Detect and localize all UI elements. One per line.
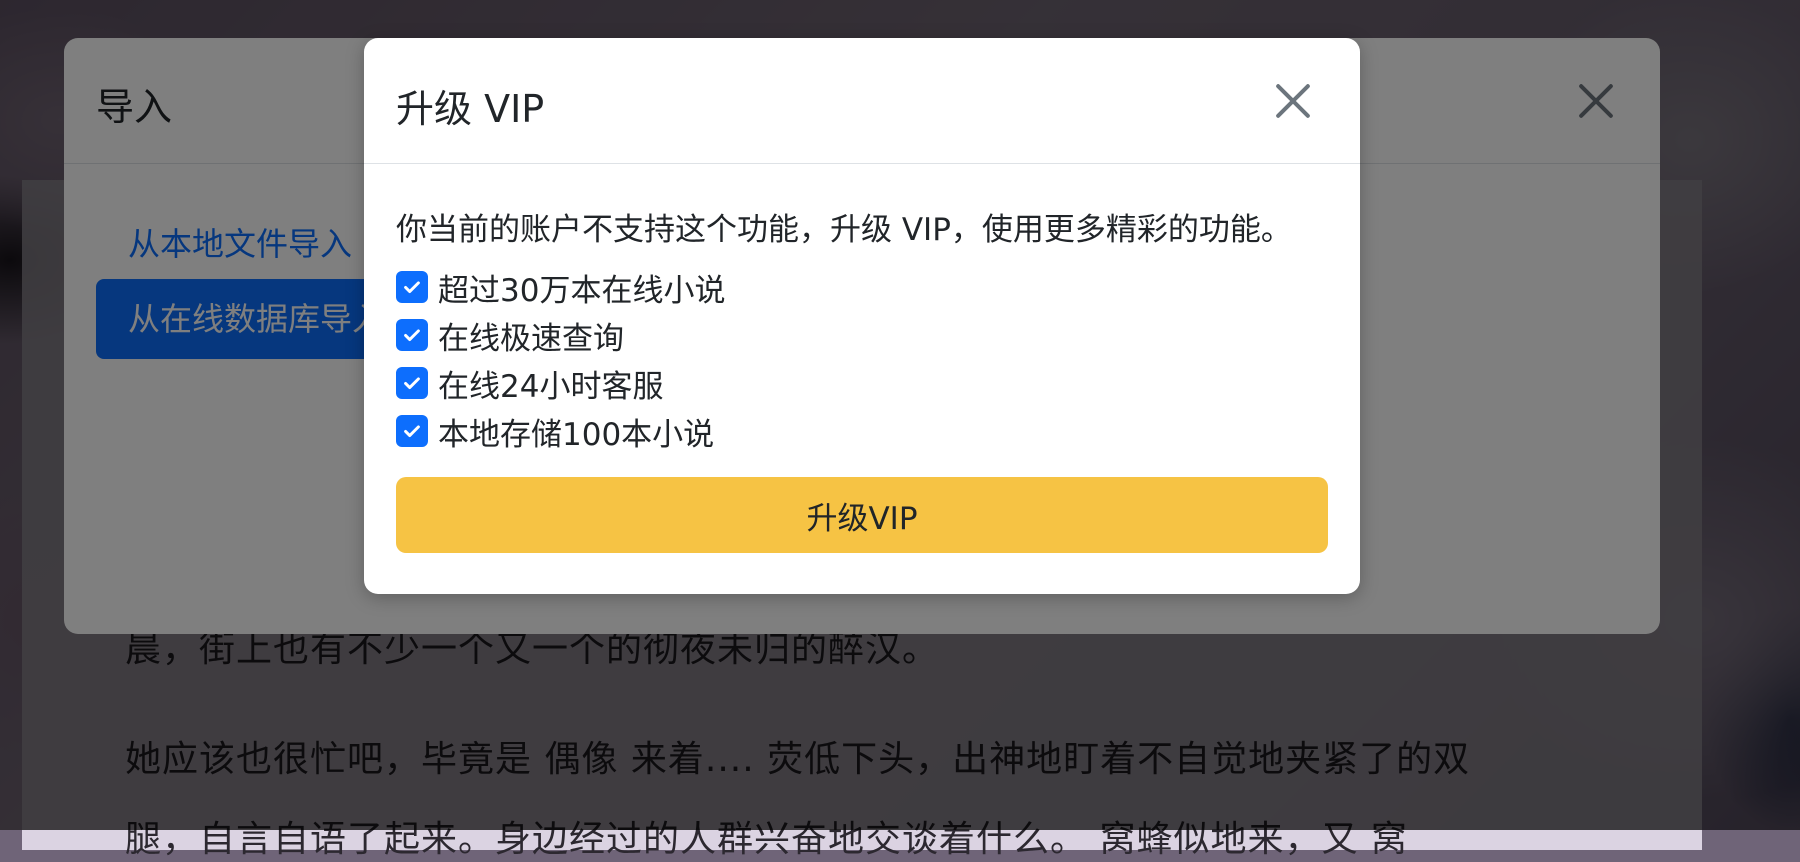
feature-label: 本地存储100本小说 — [438, 416, 715, 453]
vip-dialog-header: 升级 VIP — [364, 38, 1360, 164]
check-icon — [404, 425, 420, 438]
vip-dialog-title: 升级 VIP — [396, 87, 545, 131]
check-icon — [404, 281, 420, 294]
check-icon — [404, 329, 420, 342]
feature-label: 在线24小时客服 — [438, 368, 664, 405]
checkbox[interactable] — [396, 367, 428, 399]
upgrade-vip-button[interactable]: 升级VIP — [396, 477, 1328, 553]
checkbox[interactable] — [396, 271, 428, 303]
list-item: 在线24小时客服 — [396, 359, 1328, 407]
close-icon[interactable] — [1273, 81, 1313, 121]
check-icon — [404, 377, 420, 390]
vip-dialog-body: 你当前的账户不支持这个功能，升级 VIP，使用更多精彩的功能。 超过30万本在线… — [364, 164, 1360, 553]
checkbox[interactable] — [396, 415, 428, 447]
list-item: 本地存储100本小说 — [396, 407, 1328, 455]
vip-feature-list: 超过30万本在线小说 在线极速查询 在线24小时客服 本地存储100本小说 — [396, 263, 1328, 455]
vip-description: 你当前的账户不支持这个功能，升级 VIP，使用更多精彩的功能。 — [396, 212, 1292, 248]
list-item: 在线极速查询 — [396, 311, 1328, 359]
list-item: 超过30万本在线小说 — [396, 263, 1328, 311]
upgrade-vip-dialog: 升级 VIP 你当前的账户不支持这个功能，升级 VIP，使用更多精彩的功能。 超… — [364, 38, 1360, 594]
feature-label: 超过30万本在线小说 — [438, 272, 726, 309]
checkbox[interactable] — [396, 319, 428, 351]
feature-label: 在线极速查询 — [438, 320, 624, 357]
